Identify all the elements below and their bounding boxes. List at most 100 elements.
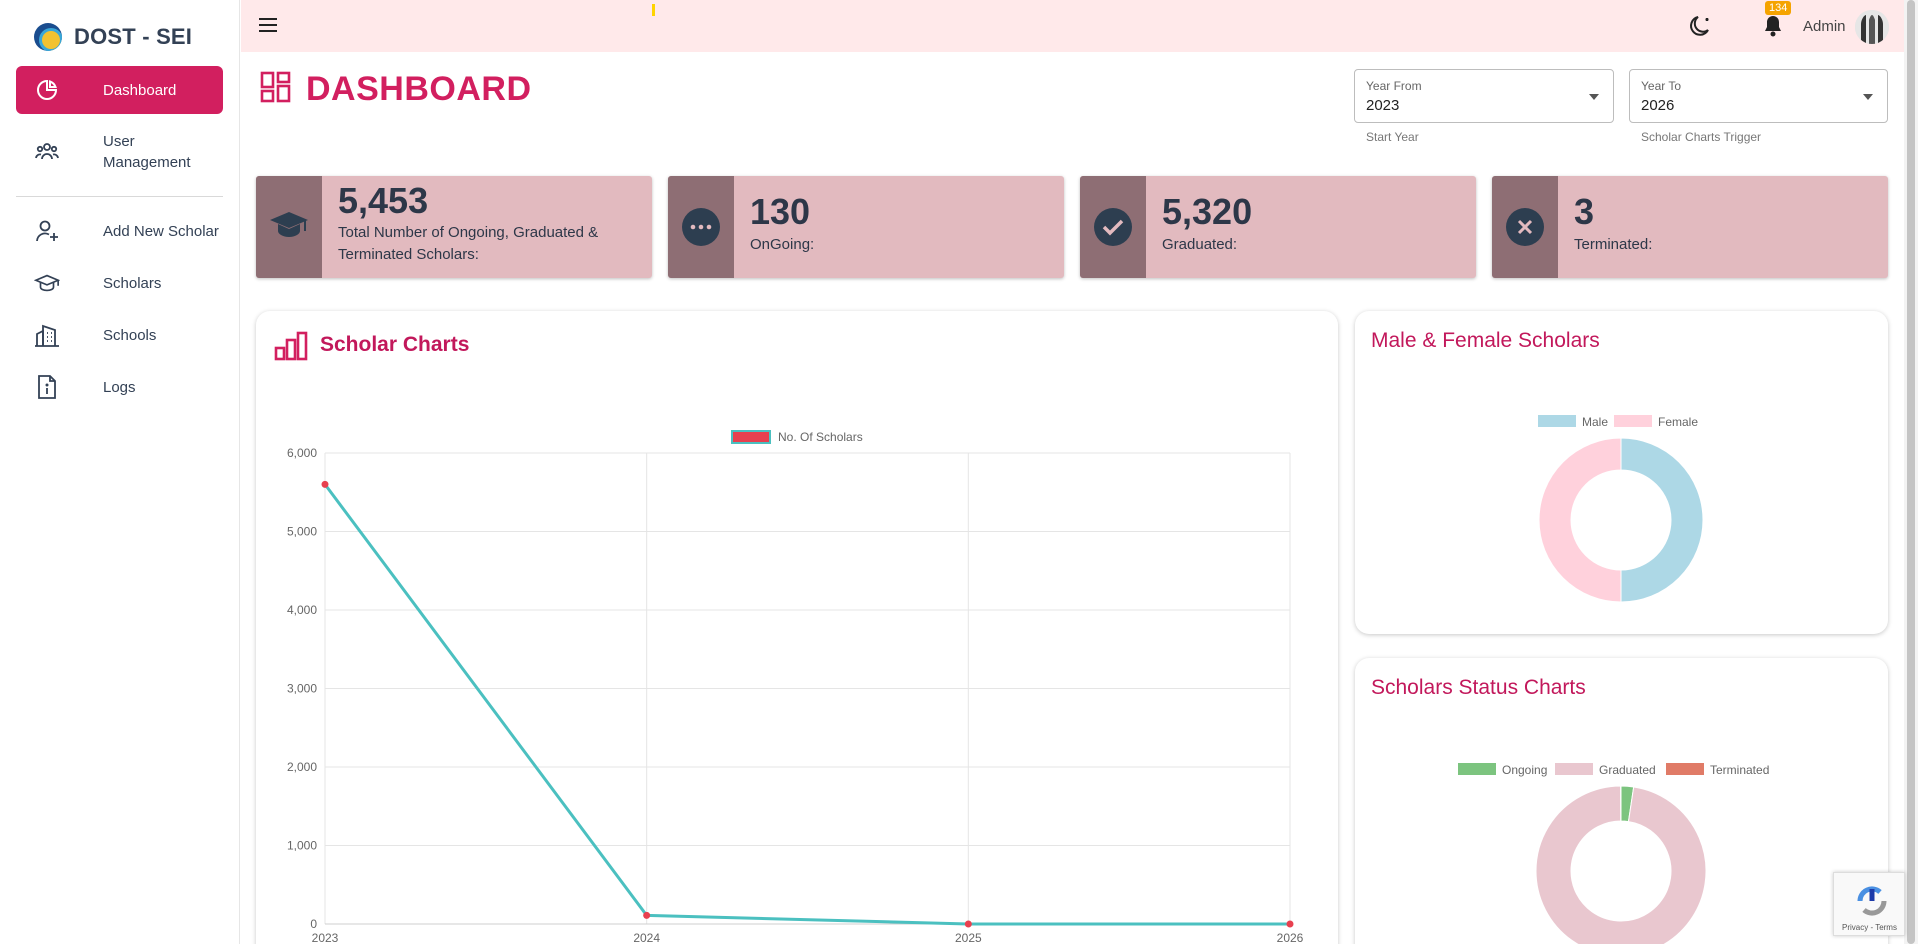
stat-value: 3 xyxy=(1574,191,1595,232)
stat-card-total: 5,453 Total Number of Ongoing, Graduated… xyxy=(256,176,652,278)
sidebar-nav: Dashboard User Management Add New Schola… xyxy=(16,66,223,411)
stat-card-ongoing: 130 OnGoing: xyxy=(668,176,1064,278)
chevron-down-icon xyxy=(1863,94,1873,100)
chevron-down-icon xyxy=(1589,94,1599,100)
scholar-line-chart: No. Of Scholars 0 1,000 2,000 3,000 4,000 5,00… xyxy=(287,430,1304,944)
year-from-label: Year From xyxy=(1366,79,1422,93)
stat-icon-panel xyxy=(1080,176,1146,278)
chart-legend: Male Female xyxy=(1538,415,1698,429)
y-tick-label: 5,000 xyxy=(287,525,317,539)
gender-chart-card: Male & Female Scholars Male Female xyxy=(1355,311,1888,634)
recaptcha-icon xyxy=(1854,883,1890,924)
sidebar-item-schools[interactable]: Schools xyxy=(16,311,223,359)
x-tick-label: 2026 xyxy=(1277,931,1304,944)
page-scrollbar[interactable] xyxy=(1904,0,1918,944)
year-to-select[interactable]: Year To 2026 xyxy=(1629,69,1888,123)
year-from-helper: Start Year xyxy=(1366,130,1419,144)
page-title: DASHBOARD xyxy=(306,70,532,108)
dashboard-grid-icon xyxy=(260,71,292,108)
legend-label: Graduated xyxy=(1599,763,1656,777)
year-to-value: 2026 xyxy=(1641,97,1675,114)
status-chart-card: Scholars Status Charts Ongoing Graduated T… xyxy=(1355,658,1888,944)
legend-swatch xyxy=(1458,763,1496,775)
y-tick-label: 1,000 xyxy=(287,839,317,853)
users-icon xyxy=(34,139,60,165)
sidebar-item-label: User Management xyxy=(103,133,191,171)
y-tick-label: 6,000 xyxy=(287,446,317,460)
stat-value: 5,453 xyxy=(338,180,429,221)
sidebar-item-scholars[interactable]: Scholars xyxy=(16,259,223,307)
sidebar-item-label: Schools xyxy=(103,326,157,344)
x-tick-label: 2023 xyxy=(312,931,339,944)
series-line xyxy=(323,483,1290,926)
stat-icon-panel xyxy=(256,176,322,278)
menu-toggle-icon[interactable] xyxy=(259,18,277,32)
user-name[interactable]: Admin xyxy=(1803,18,1846,35)
y-tick-label: 3,000 xyxy=(287,682,317,696)
sidebar-item-user-management[interactable]: User Management xyxy=(16,114,223,190)
brand[interactable]: DOST - SEI xyxy=(34,20,192,54)
year-from-select[interactable]: Year From 2023 xyxy=(1354,69,1614,123)
status-donut-chart: Ongoing Graduated Terminated xyxy=(1458,763,1769,944)
sidebar: DOST - SEI Dashboard User Management Add… xyxy=(0,0,240,944)
stat-icon-panel xyxy=(668,176,734,278)
chart-legend: No. Of Scholars xyxy=(731,430,863,444)
sidebar-item-logs[interactable]: Logs xyxy=(16,363,223,411)
stat-label: Graduated: xyxy=(1162,236,1238,253)
legend-label: Terminated xyxy=(1710,763,1769,777)
avatar[interactable] xyxy=(1855,10,1889,44)
stat-label: OnGoing: xyxy=(750,236,815,253)
sidebar-divider xyxy=(16,196,223,197)
sidebar-item-label: Add New Scholar xyxy=(103,222,219,240)
app: DOST - SEI Dashboard User Management Add… xyxy=(0,0,1918,944)
data-point xyxy=(321,480,329,488)
topbar: 134 Admin xyxy=(241,0,1904,52)
recaptcha-links[interactable]: Privacy - Terms xyxy=(1842,923,1897,932)
sidebar-item-add-new-scholar[interactable]: Add New Scholar xyxy=(16,207,223,255)
year-to-label: Year To xyxy=(1641,79,1682,93)
stat-label: Total Number of Ongoing, Graduated & Ter… xyxy=(338,224,599,263)
recaptcha-badge[interactable]: Privacy - Terms xyxy=(1833,872,1905,936)
graduation-cap-icon xyxy=(269,209,309,246)
dark-mode-moon-icon[interactable] xyxy=(1688,13,1714,44)
stat-value: 5,320 xyxy=(1162,191,1253,232)
legend-swatch xyxy=(1555,763,1593,775)
sidebar-item-label: Logs xyxy=(103,378,136,396)
legend-swatch xyxy=(731,430,771,444)
graduation-cap-icon xyxy=(34,270,60,296)
sidebar-item-dashboard[interactable]: Dashboard xyxy=(16,66,223,114)
chart-legend: Ongoing Graduated Terminated xyxy=(1458,763,1769,777)
stat-label: Terminated: xyxy=(1574,236,1653,253)
x-tick-label: 2024 xyxy=(633,931,660,944)
y-tick-label: 4,000 xyxy=(287,603,317,617)
y-tick-label: 0 xyxy=(310,917,317,931)
loading-indicator xyxy=(652,4,655,16)
document-info-icon xyxy=(34,374,60,400)
year-to-helper: Scholar Charts Trigger xyxy=(1641,130,1762,144)
legend-label: Male xyxy=(1582,415,1608,429)
x-mark-icon xyxy=(1506,208,1544,246)
scrollbar-thumb[interactable] xyxy=(1907,0,1915,944)
legend-swatch xyxy=(1614,415,1652,427)
data-point xyxy=(643,911,651,919)
check-icon xyxy=(1094,208,1132,246)
gender-donut-chart: Male Female xyxy=(1538,415,1704,603)
donut-slice-male xyxy=(1620,437,1704,603)
sidebar-item-label: Dashboard xyxy=(103,81,177,99)
scholar-chart-card: Scholar Charts No. Of Scholars 0 1,000 2,00… xyxy=(256,311,1338,944)
legend-swatch xyxy=(1538,415,1576,427)
data-point xyxy=(1286,920,1294,928)
notification-bell-icon[interactable] xyxy=(1762,14,1784,43)
stat-card-graduated: 5,320 Graduated: xyxy=(1080,176,1476,278)
sidebar-item-label: Scholars xyxy=(103,274,162,292)
brand-name: DOST - SEI xyxy=(74,24,193,49)
stat-value: 130 xyxy=(750,191,811,232)
legend-swatch xyxy=(1666,763,1704,775)
x-tick-label: 2025 xyxy=(955,931,982,944)
user-plus-icon xyxy=(34,218,60,244)
legend-label: Ongoing xyxy=(1502,763,1547,777)
dost-logo-icon xyxy=(34,23,62,51)
more-dots-icon xyxy=(682,208,720,246)
y-tick-label: 2,000 xyxy=(287,760,317,774)
stat-card-terminated: 3 Terminated: xyxy=(1492,176,1888,278)
